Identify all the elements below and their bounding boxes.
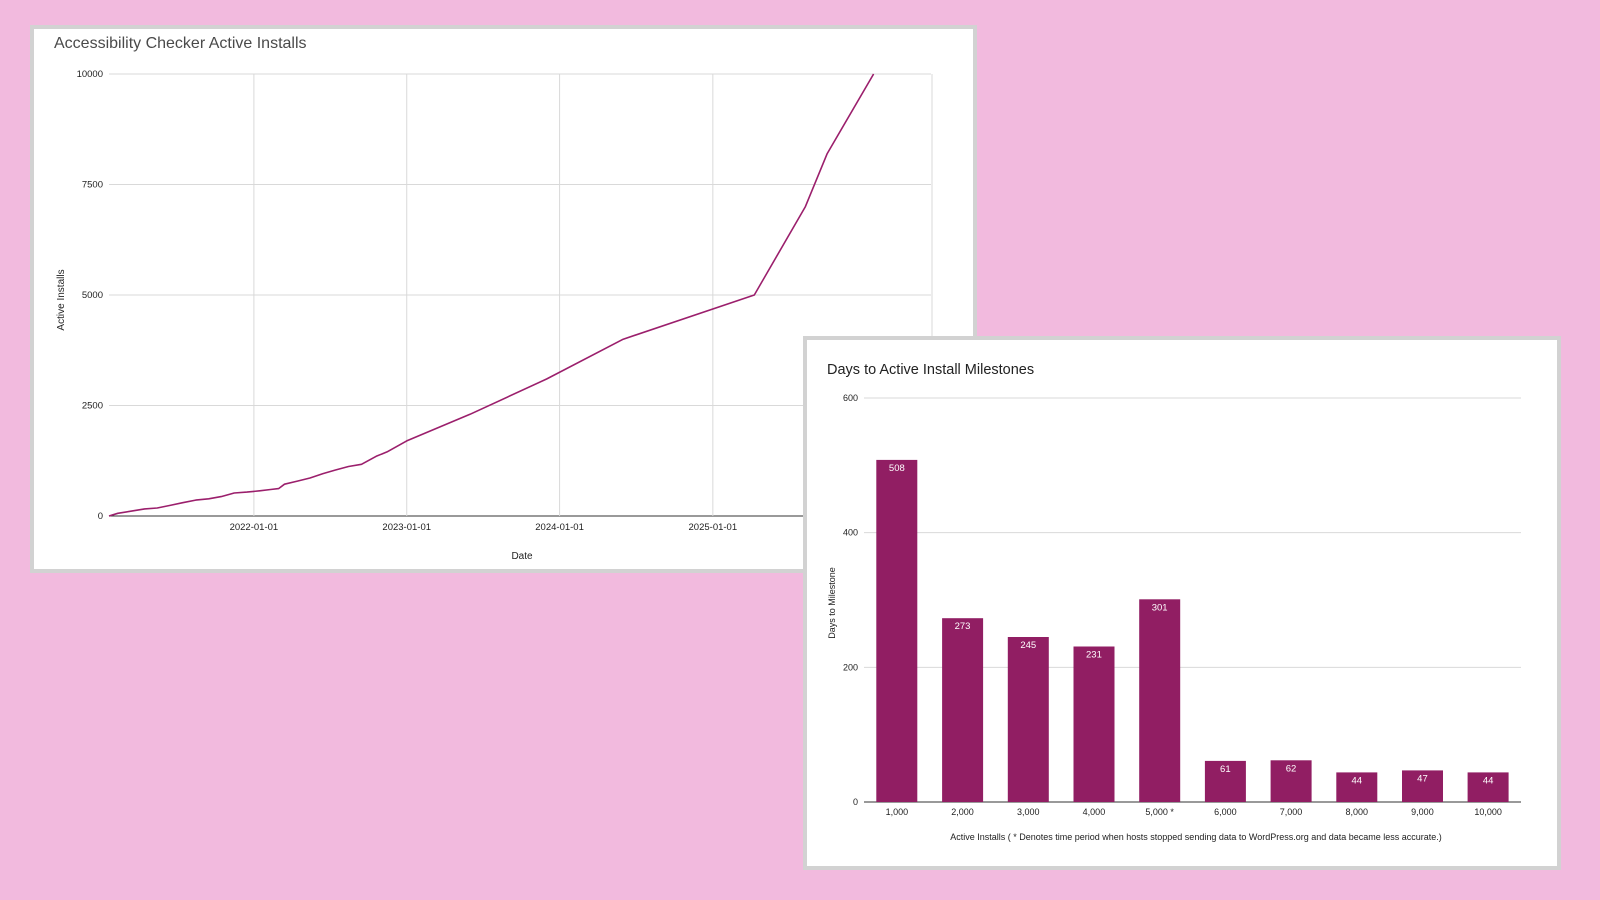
- bar-chart-y-axis-label: Days to Milestone: [827, 567, 837, 639]
- bar-chart-x-axis-label: Active Installs ( * Denotes time period …: [950, 832, 1442, 842]
- line-chart-x-tick-label: 2023-01-01: [382, 522, 431, 533]
- bar-chart-title: Days to Active Install Milestones: [827, 362, 1034, 378]
- line-chart-title: Accessibility Checker Active Installs: [54, 35, 307, 52]
- line-chart-x-axis-label: Date: [511, 551, 533, 562]
- bar-value-label: 508: [889, 463, 905, 474]
- bar-value-label: 231: [1086, 649, 1102, 660]
- bar-chart-y-tick-label: 0: [853, 797, 858, 807]
- line-chart-y-tick-label: 10000: [77, 69, 103, 80]
- bar-chart-y-tick-label: 200: [843, 662, 858, 672]
- bar: [876, 459, 918, 802]
- line-chart-y-tick-label: 0: [98, 511, 103, 522]
- bar-value-label: 61: [1220, 764, 1231, 775]
- bar-value-label: 62: [1286, 763, 1297, 774]
- bar: [942, 618, 984, 802]
- bar-chart-y-tick-label: 600: [843, 393, 858, 403]
- bar-chart-x-tick-label: 8,000: [1345, 807, 1368, 817]
- bar-chart-x-tick-label: 4,000: [1083, 807, 1106, 817]
- bar-value-label: 245: [1020, 640, 1036, 651]
- milestones-bar-chart-card: Days to Active Install Milestones 0 200 40…: [803, 336, 1561, 870]
- bar-chart-x-tick-label: 7,000: [1280, 807, 1303, 817]
- bar: [1007, 637, 1049, 802]
- bar-value-label: 273: [955, 621, 971, 632]
- bar-chart-x-tick-label: 6,000: [1214, 807, 1237, 817]
- bar-value-label: 47: [1417, 773, 1428, 784]
- line-chart-x-tick-label: 2025-01-01: [689, 522, 738, 533]
- line-chart-x-tick-label: 2024-01-01: [535, 522, 584, 533]
- bar: [1073, 646, 1115, 802]
- bar: [1139, 599, 1181, 802]
- bar-chart-x-tick-label: 3,000: [1017, 807, 1040, 817]
- bar-chart-x-tick-label: 9,000: [1411, 807, 1434, 817]
- milestones-bar-chart: Days to Active Install Milestones 0 200 40…: [827, 362, 1521, 842]
- line-chart-x-tick-label: 2022-01-01: [230, 522, 279, 533]
- line-chart-y-tick-label: 7500: [82, 180, 103, 191]
- bar-chart-x-tick-label: 1,000: [886, 807, 909, 817]
- bar-chart-x-tick-label: 10,000: [1474, 807, 1502, 817]
- line-chart-y-tick-label: 2500: [82, 401, 103, 412]
- bar-chart-x-tick-label: 5,000 *: [1145, 807, 1174, 817]
- bar-chart-y-tick-label: 400: [843, 528, 858, 538]
- bar-chart-x-tick-label: 2,000: [951, 807, 974, 817]
- bar-value-label: 301: [1152, 602, 1168, 613]
- line-chart-y-tick-label: 5000: [82, 290, 103, 301]
- bar-value-label: 44: [1483, 775, 1494, 786]
- bar-value-label: 44: [1351, 775, 1362, 786]
- line-chart-y-axis-label: Active Installs: [56, 269, 67, 330]
